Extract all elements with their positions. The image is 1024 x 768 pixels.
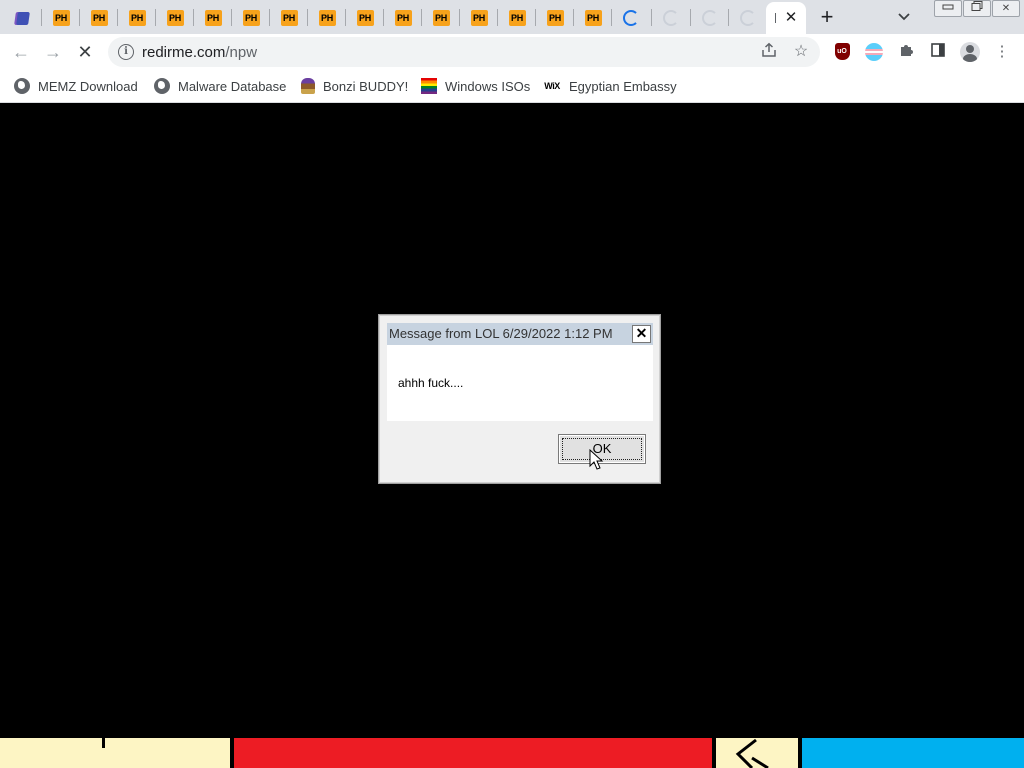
ph-favicon-icon: PH <box>470 10 488 26</box>
tab-ph[interactable]: PH <box>118 4 156 32</box>
bookmark-windows-isos[interactable]: Windows ISOs <box>421 76 530 96</box>
globe-icon <box>154 78 170 94</box>
tab-ph[interactable]: PH <box>232 4 270 32</box>
back-button[interactable]: ← <box>8 39 34 65</box>
tab-ph[interactable]: PH <box>384 4 422 32</box>
close-window-button[interactable]: ✕ <box>992 0 1020 17</box>
bookmark-label: Bonzi BUDDY! <box>323 78 409 94</box>
loading-spinner-icon <box>702 10 718 26</box>
address-bar[interactable]: i redirme.com/npw ☆ <box>108 37 820 67</box>
tab-loading-ghost[interactable] <box>652 4 690 32</box>
drawing-panel-red <box>234 738 712 768</box>
ublock-badge: uO <box>834 43 850 60</box>
drawing-panel-cream <box>716 738 798 768</box>
app-favicon-icon <box>16 11 30 25</box>
tab-loading[interactable] <box>612 4 650 32</box>
window-controls: ✕ <box>933 0 1020 17</box>
tab-title-fragment <box>775 13 776 23</box>
browser-menu-icon[interactable]: ⋮ <box>992 42 1012 62</box>
tab-ph[interactable]: PH <box>460 4 498 32</box>
tab-ph[interactable]: PH <box>498 4 536 32</box>
avatar <box>960 42 980 62</box>
url-text[interactable]: redirme.com/npw <box>142 44 257 61</box>
tab-ph[interactable]: PH <box>194 4 232 32</box>
tab-ph[interactable]: PH <box>536 4 574 32</box>
profile-avatar-icon[interactable] <box>960 42 980 62</box>
tab-first[interactable] <box>4 4 42 32</box>
bookmark-bonzi-buddy[interactable]: Bonzi BUDDY! <box>301 76 408 96</box>
url-path: /npw <box>225 44 258 61</box>
tab-ph[interactable]: PH <box>346 4 384 32</box>
active-tab[interactable]: ✕ <box>766 2 806 34</box>
mouse-cursor-icon <box>589 449 604 470</box>
tab-ph[interactable]: PH <box>574 4 612 32</box>
alert-dialog: Message from LOL 6/29/2022 1:12 PM ✕ ahh… <box>378 314 661 484</box>
minimize-button[interactable] <box>934 0 962 17</box>
ph-favicon-icon: PH <box>280 10 298 26</box>
tab-ph[interactable]: PH <box>308 4 346 32</box>
loading-spinner-icon <box>623 10 639 26</box>
ph-favicon-icon: PH <box>546 10 564 26</box>
tab-loading-ghost[interactable] <box>691 4 729 32</box>
globe-icon <box>14 78 30 94</box>
tab-ph[interactable]: PH <box>156 4 194 32</box>
wix-icon: WiX <box>544 81 560 91</box>
ph-favicon-icon: PH <box>356 10 374 26</box>
ph-favicon-icon: PH <box>394 10 412 26</box>
side-panel-icon[interactable] <box>928 42 948 62</box>
bookmark-memz-download[interactable]: MEMZ Download <box>14 76 138 96</box>
drawing-panel-blue <box>802 738 1024 768</box>
tab-ph[interactable]: PH <box>80 4 118 32</box>
ph-favicon-icon: PH <box>432 10 450 26</box>
ph-favicon-icon: PH <box>128 10 146 26</box>
trans-flag-icon <box>865 43 883 61</box>
bookmark-label: Malware Database <box>178 78 287 94</box>
restore-button[interactable] <box>963 0 991 17</box>
bookmark-label: Egyptian Embassy <box>569 78 677 94</box>
ublock-extension-icon[interactable]: uO <box>832 42 852 62</box>
ph-favicon-icon: PH <box>204 10 222 26</box>
dialog-title-bar[interactable]: Message from LOL 6/29/2022 1:12 PM ✕ <box>387 323 653 345</box>
rainbow-flag-icon <box>421 78 437 94</box>
bookmarks-bar: MEMZ Download Malware Database Bonzi BUD… <box>0 70 1024 103</box>
ph-favicon-icon: PH <box>584 10 602 26</box>
tab-loading-ghost[interactable] <box>729 4 767 32</box>
loading-spinner-icon <box>663 10 679 26</box>
ph-favicon-icon: PH <box>508 10 526 26</box>
tab-ph[interactable]: PH <box>422 4 460 32</box>
bookmark-label: MEMZ Download <box>38 78 138 94</box>
extensions-puzzle-icon[interactable] <box>896 42 916 62</box>
tab-ph[interactable]: PH <box>42 4 80 32</box>
tab-close-icon[interactable]: ✕ <box>782 9 800 27</box>
bookmark-malware-database[interactable]: Malware Database <box>154 76 286 96</box>
ph-favicon-icon: PH <box>90 10 108 26</box>
trans-flag-extension-icon[interactable] <box>864 42 884 62</box>
browser-toolbar: ← → ✕ i redirme.com/npw ☆ uO ⋮ <box>0 34 1024 70</box>
bonzi-icon <box>301 78 315 94</box>
drawing-panel-cream <box>0 738 230 768</box>
forward-button[interactable]: → <box>40 39 66 65</box>
dialog-body: ahhh fuck.... <box>387 345 653 421</box>
loading-spinner-icon <box>740 10 756 26</box>
bookmark-star-icon[interactable]: ☆ <box>791 42 811 62</box>
tab-search-chevron-icon[interactable] <box>893 6 915 28</box>
url-host: redirme.com <box>142 44 226 61</box>
bookmark-egyptian-embassy[interactable]: WiX Egyptian Embassy <box>543 76 677 96</box>
dialog-close-button[interactable]: ✕ <box>632 325 651 343</box>
tab-strip: PH PH PH PH PH PH PH PH PH PH PH PH PH PH PH ✕ + ✕ <box>0 0 1024 34</box>
stop-loading-button[interactable]: ✕ <box>72 39 98 65</box>
bookmark-label: Windows ISOs <box>445 78 531 94</box>
ph-favicon-icon: PH <box>52 10 70 26</box>
ph-favicon-icon: PH <box>242 10 260 26</box>
site-info-icon[interactable]: i <box>118 44 134 60</box>
ph-favicon-icon: PH <box>166 10 184 26</box>
tab-ph[interactable]: PH <box>270 4 308 32</box>
dialog-title: Message from LOL 6/29/2022 1:12 PM <box>389 326 613 341</box>
share-icon[interactable] <box>759 42 779 62</box>
dialog-message: ahhh fuck.... <box>398 376 464 390</box>
new-tab-button[interactable]: + <box>814 5 840 31</box>
ph-favicon-icon: PH <box>318 10 336 26</box>
